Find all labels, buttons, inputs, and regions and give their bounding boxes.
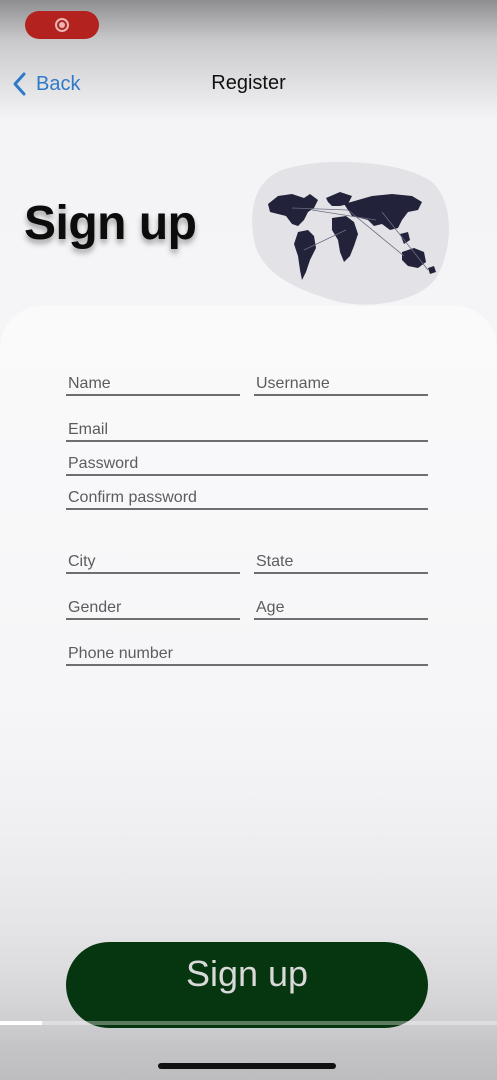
password-input[interactable] <box>66 455 428 474</box>
world-map-illustration <box>252 161 449 305</box>
state-input[interactable] <box>254 553 428 572</box>
password-field[interactable] <box>66 444 428 476</box>
city-field[interactable] <box>66 542 240 574</box>
sign-up-button[interactable]: Sign up <box>66 942 428 1028</box>
video-progress-fill <box>0 1021 43 1025</box>
email-field[interactable] <box>66 410 428 442</box>
video-progress-bar[interactable] <box>0 1021 497 1025</box>
screen-record-icon <box>55 18 69 32</box>
name-input[interactable] <box>66 375 240 394</box>
confirm-password-input[interactable] <box>66 489 428 508</box>
gender-input[interactable] <box>66 599 240 618</box>
phone-number-field[interactable] <box>66 634 428 666</box>
home-indicator[interactable] <box>158 1063 336 1069</box>
signup-form-card <box>0 306 497 1046</box>
username-field[interactable] <box>254 364 428 396</box>
gender-field[interactable] <box>66 588 240 620</box>
phone-number-input[interactable] <box>66 645 428 664</box>
nav-title: Register <box>211 72 286 94</box>
age-field[interactable] <box>254 588 428 620</box>
state-field[interactable] <box>254 542 428 574</box>
page-title: Sign up <box>24 197 197 250</box>
name-field[interactable] <box>66 364 240 396</box>
confirm-password-field[interactable] <box>66 478 428 510</box>
screen-recording-indicator[interactable] <box>25 11 99 39</box>
city-input[interactable] <box>66 553 240 572</box>
age-input[interactable] <box>254 599 428 618</box>
sign-up-button-label: Sign up <box>185 953 309 994</box>
email-input[interactable] <box>66 421 428 440</box>
navigation-bar: Back Register <box>0 60 497 108</box>
username-input[interactable] <box>254 375 428 394</box>
